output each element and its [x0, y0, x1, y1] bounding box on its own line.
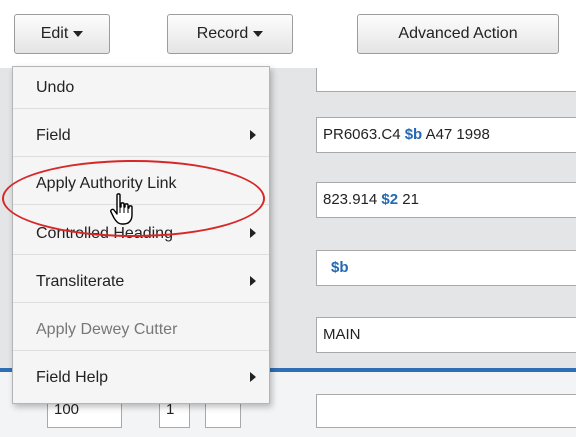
- edit-label: Edit: [40, 25, 69, 42]
- menu-item-label: Undo: [36, 79, 75, 96]
- toolbar: Edit Record Advanced Action: [0, 0, 576, 68]
- menu-item-label: Transliterate: [36, 273, 125, 290]
- chevron-down-icon: [73, 30, 84, 37]
- subfield-code: $b: [331, 259, 349, 276]
- menu-item-label: Field: [36, 127, 71, 144]
- menu-item-transliterate[interactable]: Transliterate: [13, 261, 269, 303]
- menu-item-undo[interactable]: Undo: [13, 67, 269, 109]
- subfield-code: $b: [404, 126, 423, 143]
- subfield-code: $2: [381, 191, 399, 208]
- field-text: 21: [398, 191, 419, 208]
- menu-item-label: Field Help: [36, 369, 109, 386]
- field-content-input[interactable]: [316, 394, 576, 428]
- field-text: A47 1998: [422, 126, 490, 143]
- advanced-action-label: Advanced Action: [398, 25, 518, 42]
- chevron-right-icon: [250, 130, 256, 140]
- call-number-field[interactable]: PR6063.C4 $b A47 1998: [316, 117, 576, 153]
- chevron-down-icon: [253, 30, 264, 37]
- menu-item-field[interactable]: Field: [13, 115, 269, 157]
- advanced-action-button[interactable]: Advanced Action: [357, 14, 559, 54]
- menu-item-apply-dewey-cutter: Apply Dewey Cutter: [13, 309, 269, 351]
- menu-item-label: Apply Dewey Cutter: [36, 321, 178, 338]
- record-label: Record: [196, 25, 249, 42]
- chevron-right-icon: [250, 276, 256, 286]
- field-input[interactable]: [316, 68, 576, 92]
- location-field[interactable]: MAIN: [316, 317, 576, 353]
- chevron-right-icon: [250, 372, 256, 382]
- field-text: MAIN: [323, 326, 361, 343]
- field-text: PR6063.C4: [323, 126, 405, 143]
- chevron-right-icon: [250, 228, 256, 238]
- edit-menu-button[interactable]: Edit: [14, 14, 110, 54]
- hand-pointer-icon: [110, 193, 133, 225]
- dewey-field[interactable]: 823.914 $2 21: [316, 182, 576, 218]
- field-text: 823.914: [323, 191, 382, 208]
- menu-item-field-help[interactable]: Field Help: [13, 357, 269, 399]
- record-menu-button[interactable]: Record: [167, 14, 293, 54]
- subfield-b-field[interactable]: $b: [316, 250, 576, 286]
